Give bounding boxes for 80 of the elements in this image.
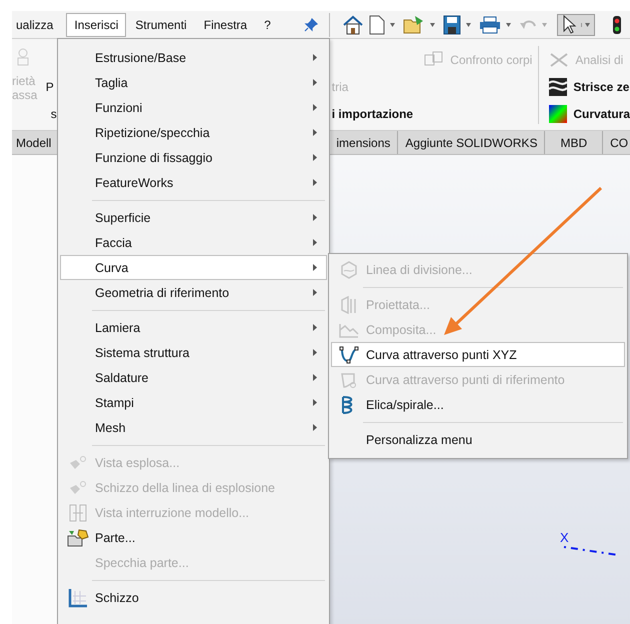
zebra-stripes-icon (549, 78, 568, 96)
submenu-arrow-icon (313, 104, 317, 111)
menu-item[interactable]: Curva (60, 255, 327, 280)
menu-item[interactable]: Estrusione/Base (60, 45, 327, 70)
composite-curve-icon (339, 322, 359, 338)
tab[interactable]: Aggiunte SOLIDWORKS (398, 131, 546, 154)
menu-item[interactable]: Parte... (60, 525, 327, 550)
caret-icon[interactable] (506, 22, 511, 26)
submenu-arrow-icon (313, 79, 317, 86)
tab[interactable]: imensions (331, 131, 398, 154)
menu-item[interactable]: Funzioni (60, 95, 327, 120)
menu-item[interactable]: Geometria di riferimento (60, 280, 327, 305)
menu-item[interactable]: Taglia (60, 70, 327, 95)
submenu-arrow-icon (313, 239, 317, 246)
tab[interactable]: CO (603, 131, 630, 154)
properties-icon (16, 48, 30, 66)
ribbon-label: rietà (12, 74, 36, 88)
submenu-arrow-icon (313, 154, 317, 161)
break-view-icon (69, 504, 87, 522)
menu-item[interactable]: FeatureWorks (60, 170, 327, 195)
pin-icon[interactable] (304, 18, 318, 32)
curve-through-points-icon (339, 346, 359, 364)
split-line-icon (340, 260, 358, 278)
new-document-icon[interactable] (368, 14, 385, 34)
caret-icon (584, 22, 590, 26)
tab[interactable]: MBD (545, 131, 604, 154)
part-icon (67, 528, 89, 546)
select-button[interactable] (556, 14, 595, 36)
menu-item[interactable]: Superficie (60, 205, 327, 230)
reference-points-curve-icon (340, 370, 358, 388)
menu-item[interactable]: Curva attraverso punti XYZ (331, 342, 625, 367)
menu-bar-item[interactable]: Strumenti (127, 12, 195, 36)
compare-bodies-icon (424, 50, 444, 68)
submenu-arrow-icon (313, 374, 317, 381)
submenu-arrow-icon (313, 424, 317, 431)
caret-icon[interactable] (430, 22, 435, 26)
submenu-arrow-icon (313, 129, 317, 136)
pointer-icon (562, 14, 578, 34)
curvature-icon (549, 104, 568, 122)
ribbon-button[interactable]: Curvatura (549, 100, 630, 127)
explode-icon (69, 480, 87, 496)
axis-label: X (560, 530, 569, 545)
home-icon[interactable] (342, 14, 364, 34)
menu-item[interactable]: Lamiera (60, 315, 327, 340)
tab[interactable]: Modell (12, 131, 60, 154)
menu-item[interactable]: Mesh (60, 415, 327, 440)
projected-curve-icon (340, 296, 358, 314)
traffic-light-icon[interactable] (612, 14, 622, 34)
analysis-icon (549, 50, 570, 68)
submenu-arrow-icon (313, 264, 317, 271)
menu-bar-item[interactable]: Finestra (196, 12, 256, 36)
submenu-arrow-icon (313, 349, 317, 356)
menu-bar-item[interactable]: Inserisci (66, 12, 126, 36)
submenu-arrow-icon (313, 399, 317, 406)
explode-icon (69, 454, 87, 470)
menu-item[interactable]: Elica/spirale... (331, 392, 625, 417)
ribbon-label: assa (12, 88, 38, 102)
menu-bar-item[interactable]: ualizza (12, 12, 62, 36)
sketch-icon (68, 588, 88, 608)
menu-item[interactable]: Faccia (60, 230, 327, 255)
caret-icon[interactable] (466, 22, 471, 26)
open-folder-icon[interactable] (402, 14, 425, 34)
menu-bar-item[interactable]: ? (256, 12, 279, 36)
menu-item[interactable]: Funzione di fissaggio (60, 145, 327, 170)
menu-item[interactable]: Schizzo (60, 585, 327, 610)
print-icon[interactable] (478, 16, 501, 34)
submenu-arrow-icon (313, 289, 317, 296)
menu-item[interactable]: Saldature (60, 365, 327, 390)
submenu-arrow-icon (313, 214, 317, 221)
menu-item[interactable]: Ripetizione/specchia (60, 120, 327, 145)
ribbon-button[interactable]: Strisce ze (549, 73, 630, 100)
menu-item[interactable]: Sistema struttura (60, 340, 327, 365)
submenu-arrow-icon (313, 324, 317, 331)
caret-icon[interactable] (390, 22, 395, 26)
menu-item[interactable]: Stampi (60, 390, 327, 415)
ribbon-button[interactable]: i importazione (332, 100, 532, 127)
save-icon[interactable] (442, 14, 461, 34)
submenu-arrow-icon (313, 54, 317, 61)
menu-item[interactable]: Personalizza menu (331, 427, 625, 452)
submenu-arrow-icon (313, 179, 317, 186)
